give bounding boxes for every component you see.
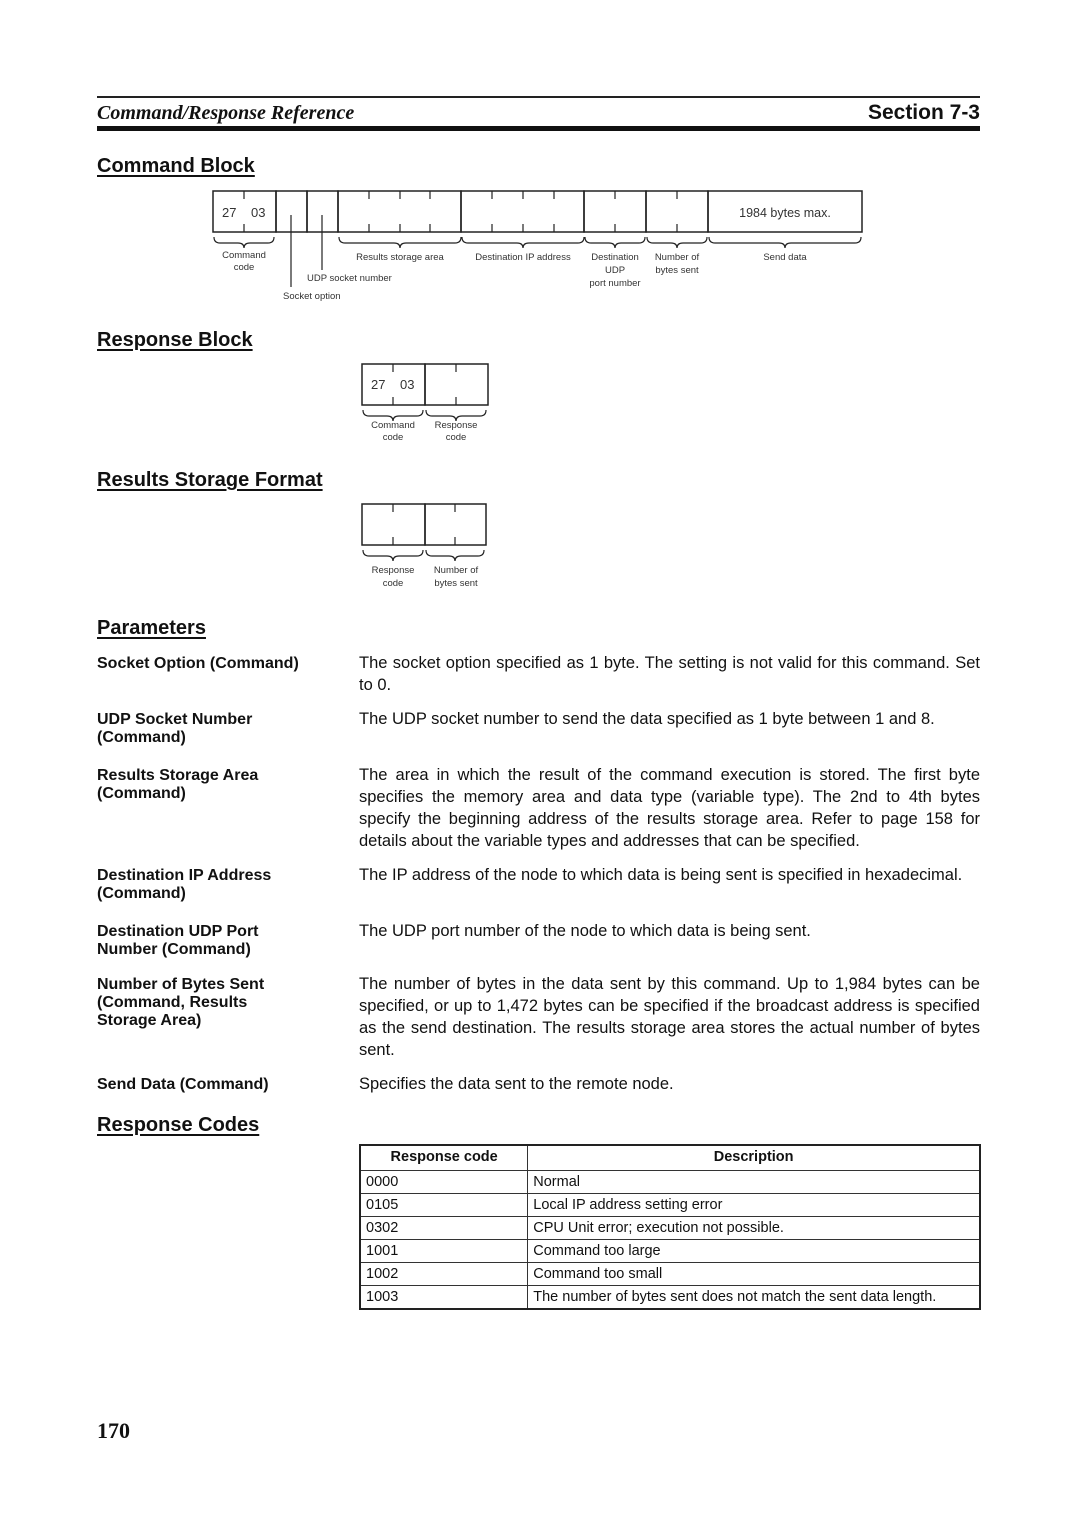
- header-rule-bottom: [97, 126, 980, 131]
- description-cell: CPU Unit error; execution not possible.: [527, 1216, 981, 1240]
- label-bytes-sent-2: bytes sent: [655, 265, 699, 276]
- param-label-results-storage-area: Results Storage Area (Command): [97, 767, 259, 802]
- command-block-heading: Command Block: [97, 155, 255, 177]
- response-code-cell: 1002: [359, 1262, 529, 1286]
- label-destination-udp-1: Destination: [591, 252, 639, 263]
- page-number: 170: [97, 1418, 130, 1443]
- send-data-max-label: 1984 bytes max.: [739, 206, 831, 220]
- rs-label-bytes-sent-1: Number of: [434, 565, 479, 576]
- rb-label-command-code-2: code: [383, 432, 404, 443]
- table-row: 1001 Command too large: [359, 1239, 981, 1263]
- label-send-data: Send data: [763, 252, 807, 263]
- param-label-udp-socket-number: UDP Socket Number (Command): [97, 711, 253, 746]
- response-code-cell: 1001: [359, 1239, 529, 1263]
- table-row: 0000 Normal: [359, 1170, 981, 1194]
- table-row: 1003 The number of bytes sent does not m…: [359, 1285, 981, 1310]
- label-results-storage-area: Results storage area: [356, 252, 444, 263]
- description-cell: Command too large: [527, 1239, 981, 1263]
- label-command-code-2: code: [234, 262, 255, 273]
- table-row: 0302 CPU Unit error; execution not possi…: [359, 1216, 981, 1240]
- section-number: Section 7-3: [867, 101, 980, 124]
- param-text-send-data: Specifies the data sent to the remote no…: [359, 1075, 674, 1093]
- param-text-bytes-sent: The number of bytes in the data sent by …: [359, 975, 980, 1059]
- param-label-bytes-sent: Number of Bytes Sent (Command, Results S…: [97, 976, 265, 1029]
- command-block-diagram: 27 03 1984 bytes max. Command code Socke…: [200, 185, 880, 315]
- running-header-title: Command/Response Reference: [97, 102, 355, 124]
- param-label-send-data: Send Data (Command): [97, 1076, 269, 1093]
- rb-label-response-code-2: code: [446, 432, 467, 443]
- label-destination-udp-3: port number: [589, 278, 640, 289]
- label-destination-udp-2: UDP: [605, 265, 625, 276]
- response-code-cell: 0000: [359, 1170, 529, 1194]
- command-code-byte-2: 03: [251, 205, 265, 220]
- response-code-cell: 0302: [359, 1216, 529, 1240]
- table-header-row: Response code Description: [359, 1144, 981, 1171]
- param-text-destination-udp-port: The UDP port number of the node to which…: [359, 922, 811, 940]
- response-command-code-byte-2: 03: [400, 377, 414, 392]
- description-cell: The number of bytes sent does not match …: [527, 1285, 981, 1310]
- results-storage-format-heading: Results Storage Format: [97, 469, 323, 491]
- param-label-destination-ip: Destination IP Address (Command): [97, 867, 272, 902]
- response-code-cell: 1003: [359, 1285, 529, 1310]
- param-text-results-storage-area: The area in which the result of the comm…: [359, 766, 980, 850]
- label-socket-option: Socket option: [283, 291, 341, 302]
- response-codes-table: Response code Description 0000 Normal 01…: [359, 1144, 981, 1310]
- description-cell: Local IP address setting error: [527, 1193, 981, 1217]
- label-destination-ip: Destination IP address: [475, 252, 571, 263]
- label-udp-socket-number: UDP socket number: [307, 273, 392, 284]
- response-codes-heading: Response Codes: [97, 1114, 260, 1136]
- header-rule-top: [97, 96, 980, 98]
- param-label-destination-udp-port: Destination UDP Port Number (Command): [97, 923, 259, 958]
- rb-label-response-code-1: Response: [435, 420, 478, 431]
- rs-label-response-code-2: code: [383, 578, 404, 589]
- label-bytes-sent-1: Number of: [655, 252, 700, 263]
- table-row: 0105 Local IP address setting error: [359, 1193, 981, 1217]
- response-command-code-byte-1: 27: [371, 377, 385, 392]
- column-header-response-code: Response code: [359, 1144, 529, 1171]
- parameters-heading: Parameters: [97, 617, 206, 639]
- rb-label-command-code-1: Command: [371, 420, 415, 431]
- description-cell: Command too small: [527, 1262, 981, 1286]
- param-text-socket-option: The socket option specified as 1 byte. T…: [359, 654, 980, 694]
- label-command-code-1: Command: [222, 250, 266, 261]
- response-code-cell: 0105: [359, 1193, 529, 1217]
- description-cell: Normal: [527, 1170, 981, 1194]
- param-text-destination-ip: The IP address of the node to which data…: [359, 866, 963, 884]
- column-header-description: Description: [527, 1144, 981, 1171]
- param-label-socket-option: Socket Option (Command): [97, 655, 299, 672]
- param-text-udp-socket-number: The UDP socket number to send the data s…: [359, 710, 935, 728]
- command-code-byte-1: 27: [222, 205, 236, 220]
- rs-label-bytes-sent-2: bytes sent: [434, 578, 478, 589]
- rs-label-response-code-1: Response: [372, 565, 415, 576]
- response-block-heading: Response Block: [97, 329, 253, 351]
- table-row: 1002 Command too small: [359, 1262, 981, 1286]
- results-storage-diagram: Response code Number of bytes sent: [355, 498, 495, 595]
- response-block-diagram: 27 03 Command code Response code: [355, 358, 495, 453]
